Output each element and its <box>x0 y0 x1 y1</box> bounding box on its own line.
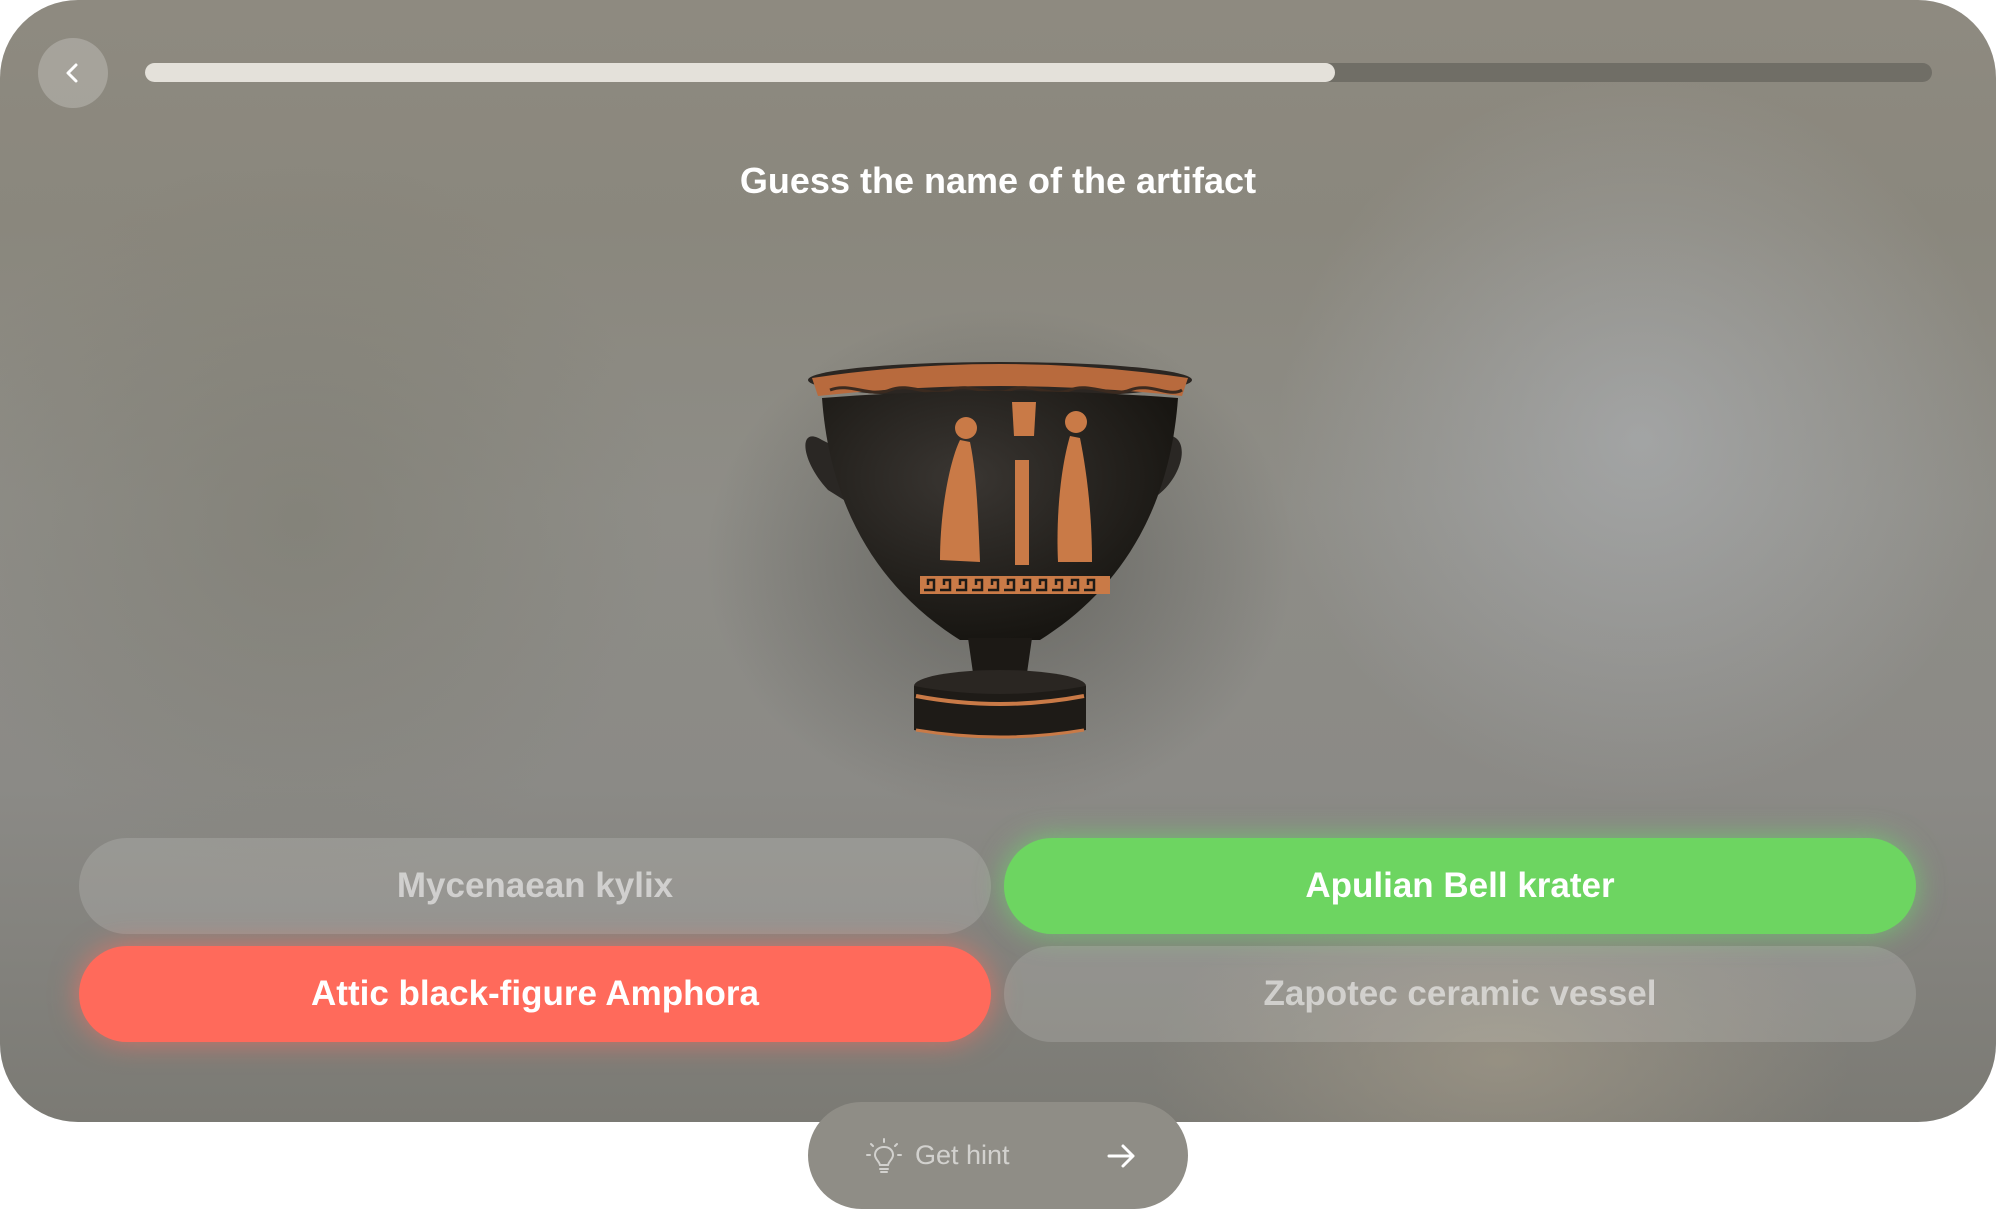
arrow-right-icon[interactable] <box>1104 1138 1140 1174</box>
question-title: Guess the name of the artifact <box>739 160 1257 201</box>
get-hint-button[interactable]: Get hint <box>808 1102 1188 1209</box>
answer-option-attic-black-figure-amphora[interactable]: Attic black-figure Amphora <box>79 946 991 1042</box>
answer-option-apulian-bell-krater[interactable]: Apulian Bell krater <box>1004 838 1916 934</box>
answer-option-zapotec-ceramic-vessel[interactable]: Zapotec ceramic vessel <box>1004 946 1916 1042</box>
progress-bar <box>145 63 1932 82</box>
lightbulb-icon <box>866 1138 902 1173</box>
progress-bar-fill <box>145 63 1336 82</box>
answer-option-mycenaean-kylix[interactable]: Mycenaean kylix <box>79 838 991 934</box>
quiz-window: Guess the name of the artifact Mycenaean… <box>0 0 1996 1122</box>
chevron-left-icon <box>66 63 78 83</box>
back-button[interactable] <box>38 38 108 108</box>
get-hint-label: Get hint <box>915 1140 1010 1170</box>
bell-krater-vase-image <box>805 362 1192 739</box>
